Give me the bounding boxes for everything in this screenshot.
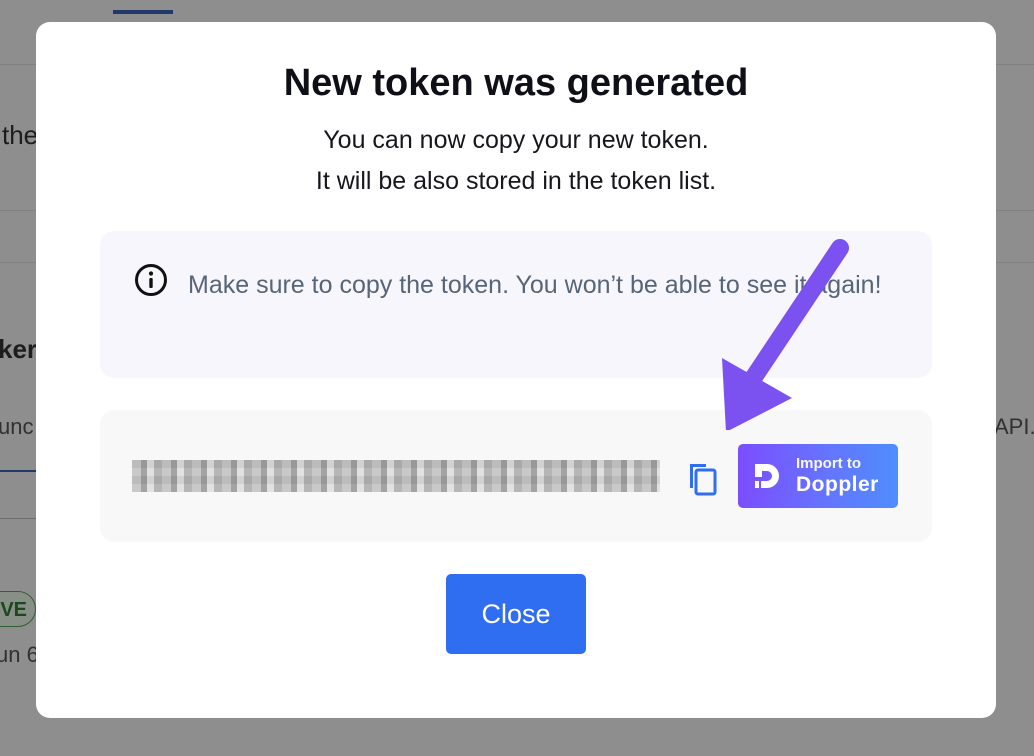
- doppler-button-caption: Import to: [796, 455, 861, 472]
- doppler-logo-icon: [755, 464, 779, 488]
- token-value[interactable]: [132, 460, 660, 492]
- subtitle-line-1: You can now copy your new token.: [323, 126, 709, 154]
- dialog-title: New token was generated: [283, 62, 749, 104]
- close-button[interactable]: Close: [446, 574, 586, 654]
- doppler-button-label: Doppler: [796, 473, 879, 496]
- arrow-down-left-icon: [722, 239, 849, 430]
- subtitle-line-2: It will be also stored in the token list…: [315, 167, 717, 195]
- info-circle-icon: [135, 264, 167, 296]
- dialog-subtitle: You can now copy your new token. It will…: [36, 120, 996, 202]
- import-to-doppler-button[interactable]: Import to Doppler: [738, 444, 898, 508]
- copy-icon[interactable]: [684, 458, 720, 498]
